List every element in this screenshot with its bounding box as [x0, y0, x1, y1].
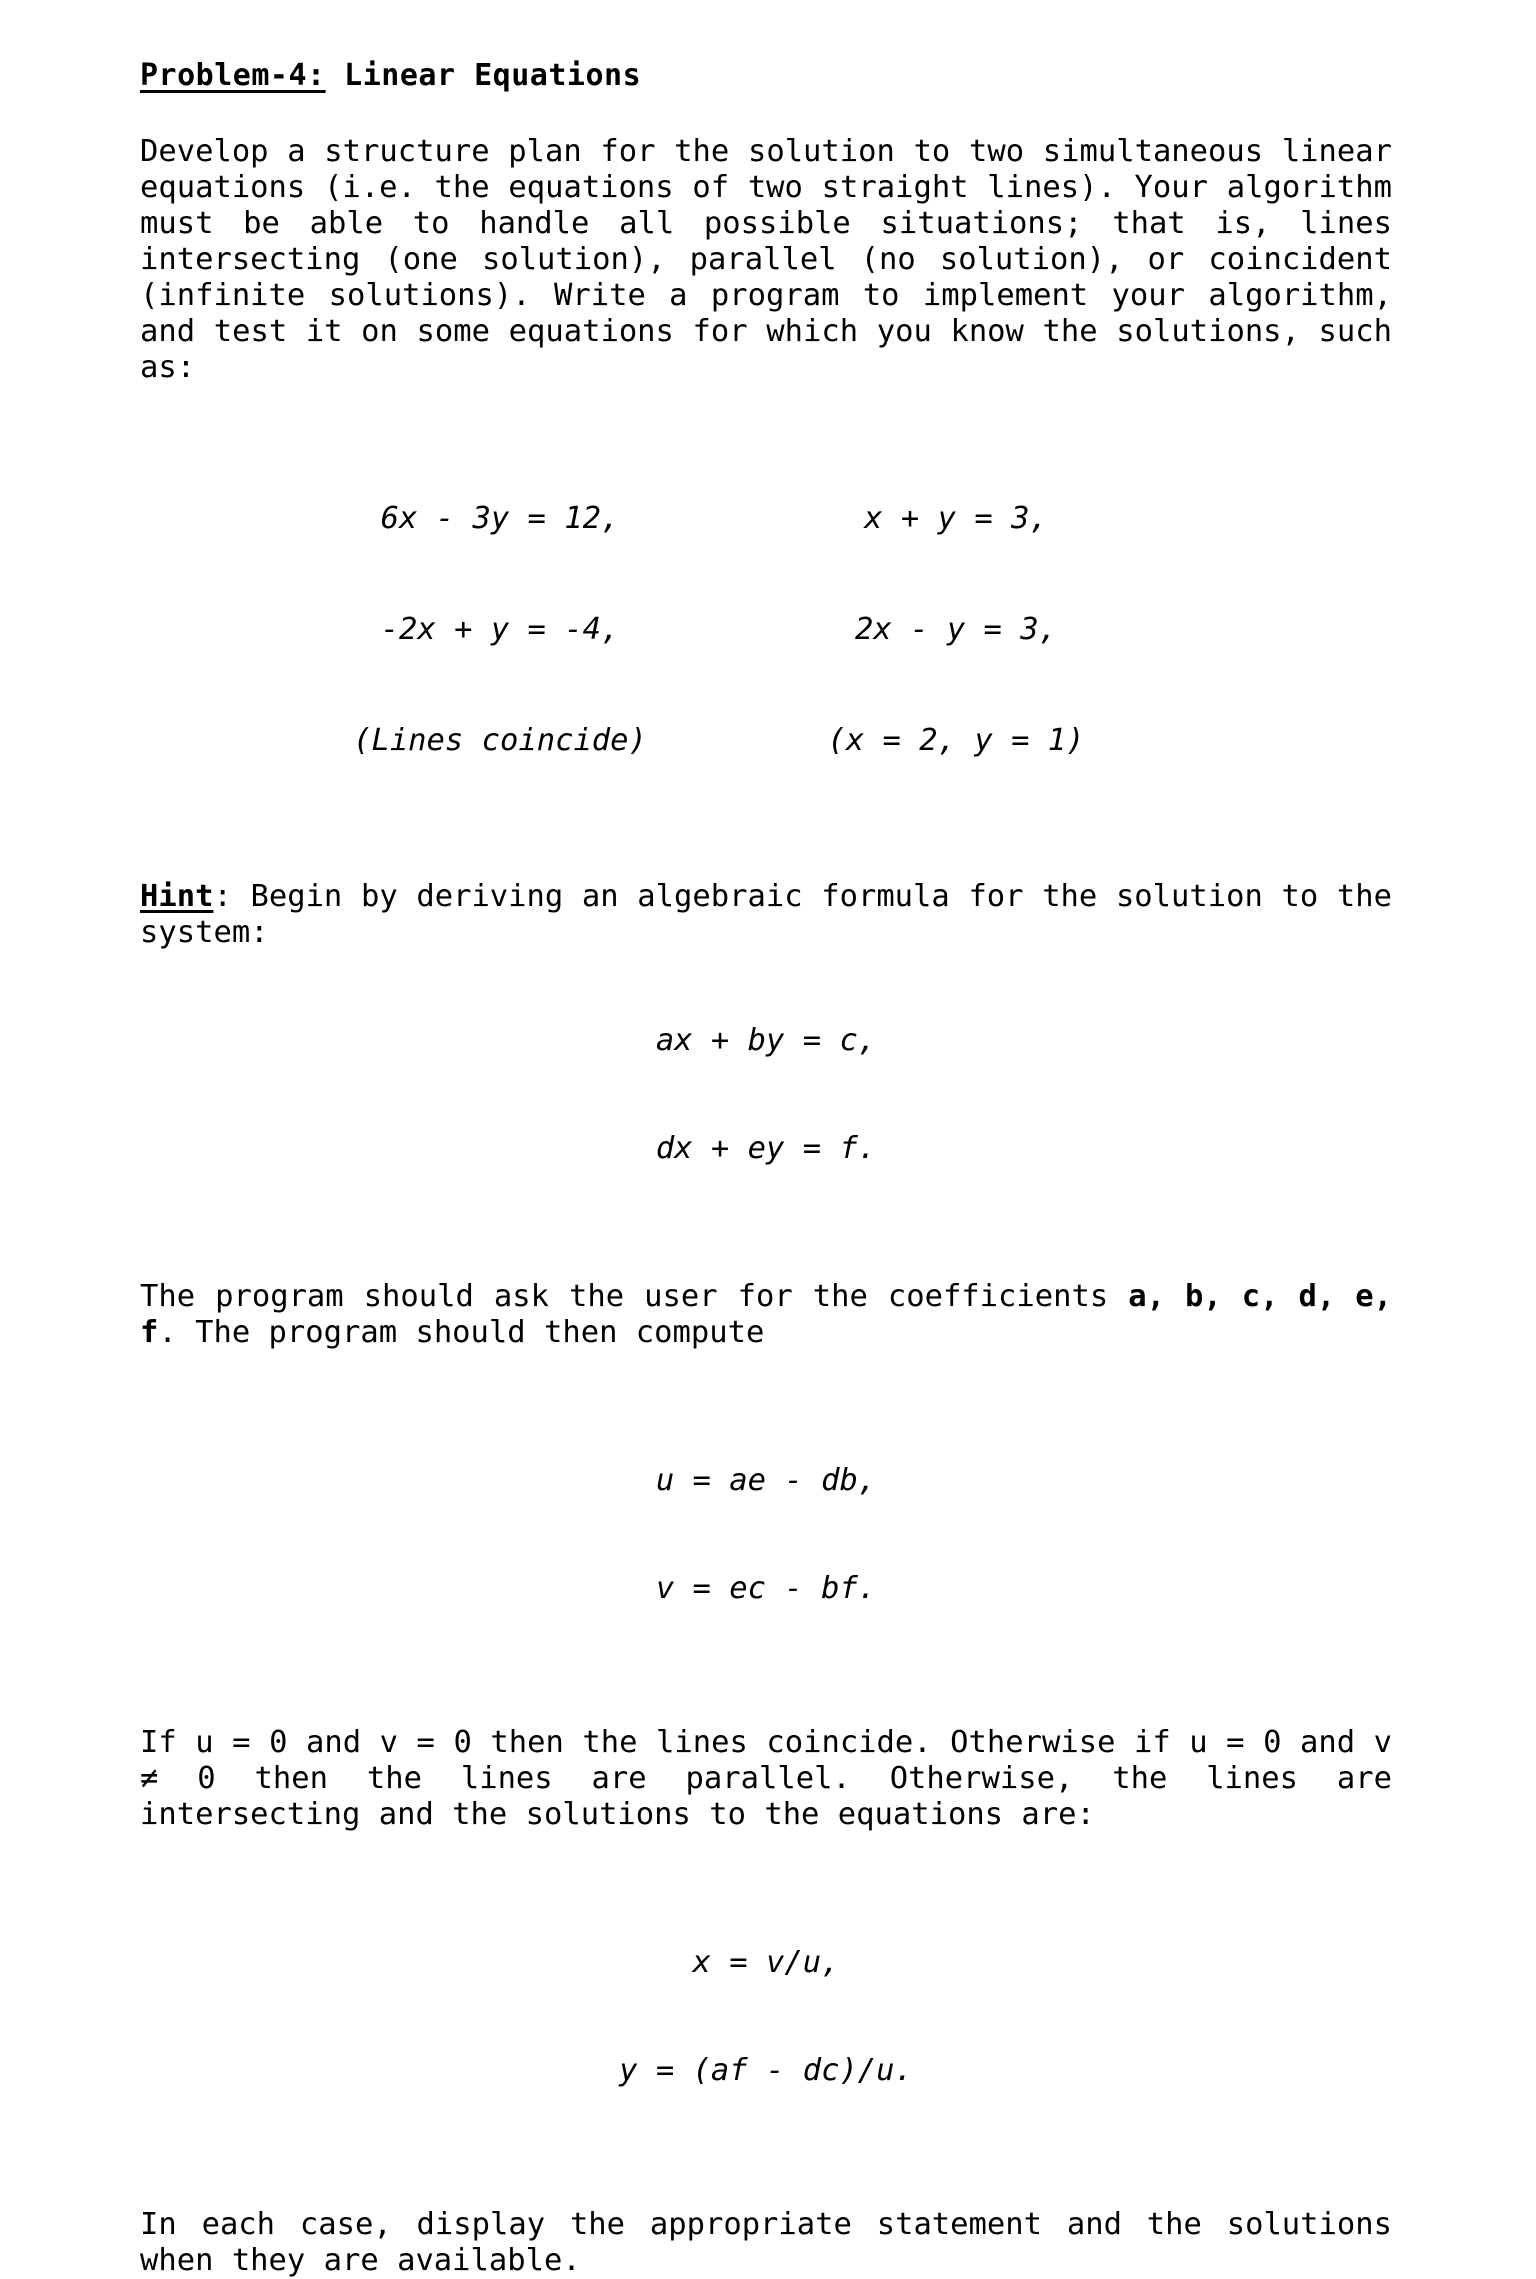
system-equation-2: dx + ey = f.: [655, 1131, 877, 1166]
page-title: Problem-4: Linear Equations: [140, 56, 1392, 96]
example-left-line-2: -2x + y = -4,: [380, 612, 620, 647]
example-right-line-1: x + y = 3,: [864, 501, 1048, 536]
example-left-line-1: 6x - 3y = 12,: [380, 501, 620, 536]
compute-text-part2: . The program should then compute: [158, 1315, 765, 1350]
page-title-topic: Linear Equations: [325, 58, 642, 93]
example-equations-left-column: 6x - 3y = 12, -2x + y = -4, (Lines coinc…: [290, 426, 710, 833]
example-right-line-3: (x = 2, y = 1): [827, 723, 1085, 758]
hint-paragraph: Hint: Begin by deriving an algebraic for…: [140, 879, 1392, 951]
hint-colon: :: [213, 879, 251, 914]
example-right-line-2: 2x - y = 3,: [855, 612, 1057, 647]
example-equations-block: 6x - 3y = 12, -2x + y = -4, (Lines coinc…: [140, 426, 1392, 833]
system-equation-1: ax + by = c,: [655, 1023, 877, 1058]
page-title-problem-number: Problem-4:: [140, 58, 326, 93]
closing-paragraph: In each case, display the appropriate st…: [140, 2207, 1392, 2278]
conditions-paragraph: If u = 0 and v = 0 then the lines coinci…: [140, 1725, 1392, 1832]
example-equations-right-column: x + y = 3, 2x - y = 3, (x = 2, y = 1): [746, 426, 1166, 833]
intro-paragraph: Develop a structure plan for the solutio…: [140, 134, 1392, 385]
solution-equations-block: x = v/u, y = (af - dc)/u.: [140, 1873, 1392, 2161]
compute-equation-1: u = ae - db,: [655, 1463, 877, 1498]
solution-equation-1: x = v/u,: [692, 1945, 840, 1980]
hint-text: Begin by deriving an algebraic formula f…: [140, 879, 1392, 950]
compute-paragraph: The program should ask the user for the …: [140, 1279, 1392, 1351]
compute-equation-2: v = ec - bf.: [655, 1571, 877, 1606]
hint-label: Hint: [140, 879, 214, 914]
compute-text-part1: The program should ask the user for the …: [140, 1279, 1129, 1314]
document-page: Problem-4: Linear Equations Develop a st…: [0, 0, 1536, 2278]
example-left-line-3: (Lines coincide): [353, 723, 647, 758]
system-equations-block: ax + by = c, dx + ey = f.: [140, 951, 1392, 1239]
solution-equation-2: y = (af - dc)/u.: [619, 2053, 913, 2088]
compute-equations-block: u = ae - db, v = ec - bf.: [140, 1391, 1392, 1679]
